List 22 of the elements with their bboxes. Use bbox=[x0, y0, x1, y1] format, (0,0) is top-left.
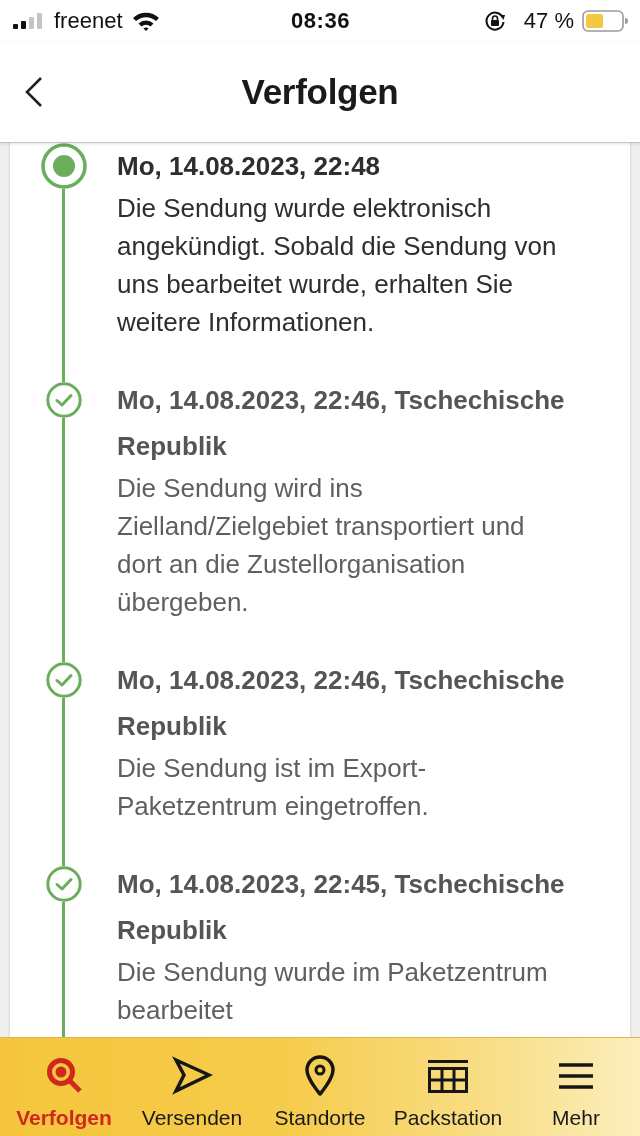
carrier-name: freenet bbox=[54, 8, 123, 34]
event-description: Die Sendung ist im Export-Paketzentrum eingetroffen. bbox=[117, 752, 430, 823]
tab-bar-item[interactable]: Standorte bbox=[256, 1038, 384, 1136]
battery-percent: 47 % bbox=[523, 8, 574, 34]
signal-icon bbox=[13, 13, 45, 29]
tab-bar-item[interactable]: Versenden bbox=[128, 1038, 256, 1136]
event-date: Mo, 14.08.2023, 22:48 bbox=[117, 150, 382, 183]
tab-bar-item[interactable]: Mehr bbox=[512, 1038, 640, 1136]
page-title: Verfolgen bbox=[240, 72, 400, 112]
event-date: Mo, 14.08.2023, 22:46, Tschechische Republik bbox=[117, 384, 566, 463]
wifi-icon bbox=[131, 11, 160, 31]
orientation-lock-icon bbox=[483, 10, 506, 32]
clock-time: 08:36 bbox=[291, 8, 350, 34]
paper-plane-icon bbox=[171, 1055, 213, 1097]
battery-icon bbox=[582, 10, 628, 32]
event-description: Die Sendung wurde elektronisch angekündigt. Sobald die Sendung von uns bearbeitet wurde, erhalten Sie weitere Informationen. bbox=[117, 192, 558, 339]
event-date: Mo, 14.08.2023, 22:45, Tschechische Republik bbox=[117, 868, 566, 947]
event-description: Die Sendung wurde im Paketzentrum bearbeitet bbox=[117, 956, 549, 1027]
tab-bar-item[interactable]: Packstation bbox=[384, 1038, 512, 1136]
event-date: Mo, 14.08.2023, 22:46, Tschechische Republik bbox=[117, 664, 566, 743]
chevron-left-icon bbox=[24, 76, 44, 108]
event-description: Die Sendung wird ins Zielland/Zielgebiet transportiert und dort an die Zustellorganisation übergeben. bbox=[117, 472, 526, 619]
